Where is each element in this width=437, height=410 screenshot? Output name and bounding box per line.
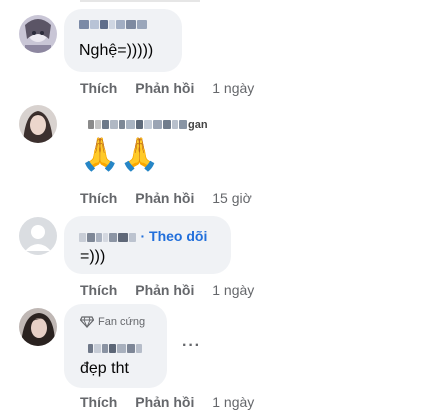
commenter-name[interactable]: gan — [88, 117, 208, 131]
follow-link[interactable]: · Theo dõi — [140, 228, 207, 244]
partial-top-actions — [80, 0, 280, 2]
timestamp[interactable]: 15 giờ — [212, 190, 252, 206]
avatar[interactable] — [19, 15, 57, 53]
avatar[interactable] — [19, 105, 57, 143]
reply-button[interactable]: Phản hồi — [135, 282, 194, 298]
like-button[interactable]: Thích — [80, 394, 117, 410]
reply-button[interactable]: Phản hồi — [135, 80, 194, 96]
reply-button[interactable]: Phản hồi — [135, 394, 194, 410]
avatar[interactable] — [19, 308, 57, 346]
timestamp[interactable]: 1 ngày — [212, 394, 254, 410]
timestamp[interactable]: 1 ngày — [212, 80, 254, 96]
diamond-icon — [80, 316, 94, 328]
timestamp[interactable]: 1 ngày — [212, 282, 254, 298]
reply-button[interactable]: Phản hồi — [135, 190, 194, 206]
top-fan-badge: Fan cứng — [80, 316, 145, 328]
like-button[interactable]: Thích — [80, 80, 117, 96]
comment-actions: Thích Phản hồi 1 ngày — [80, 282, 254, 298]
comment-text: đẹp tht — [80, 360, 129, 377]
comment-actions: Thích Phản hồi 1 ngày — [80, 394, 254, 410]
comment-text: =))) — [80, 248, 106, 265]
comment-actions: Thích Phản hồi 15 giờ — [80, 190, 252, 206]
emoji-reaction: 🙏🙏 — [80, 136, 160, 172]
commenter-name[interactable]: · Theo dõi — [79, 228, 207, 244]
comment-text: Nghệ=))))) — [79, 42, 154, 59]
comment-actions: Thích Phản hồi 1 ngày — [80, 80, 254, 96]
like-button[interactable]: Thích — [80, 282, 117, 298]
like-button[interactable]: Thích — [80, 190, 117, 206]
commenter-name[interactable] — [79, 17, 148, 31]
badge-label: Fan cứng — [98, 316, 146, 328]
avatar[interactable] — [19, 217, 57, 255]
more-options-button[interactable]: ··· — [182, 337, 201, 355]
commenter-name[interactable] — [88, 341, 143, 355]
